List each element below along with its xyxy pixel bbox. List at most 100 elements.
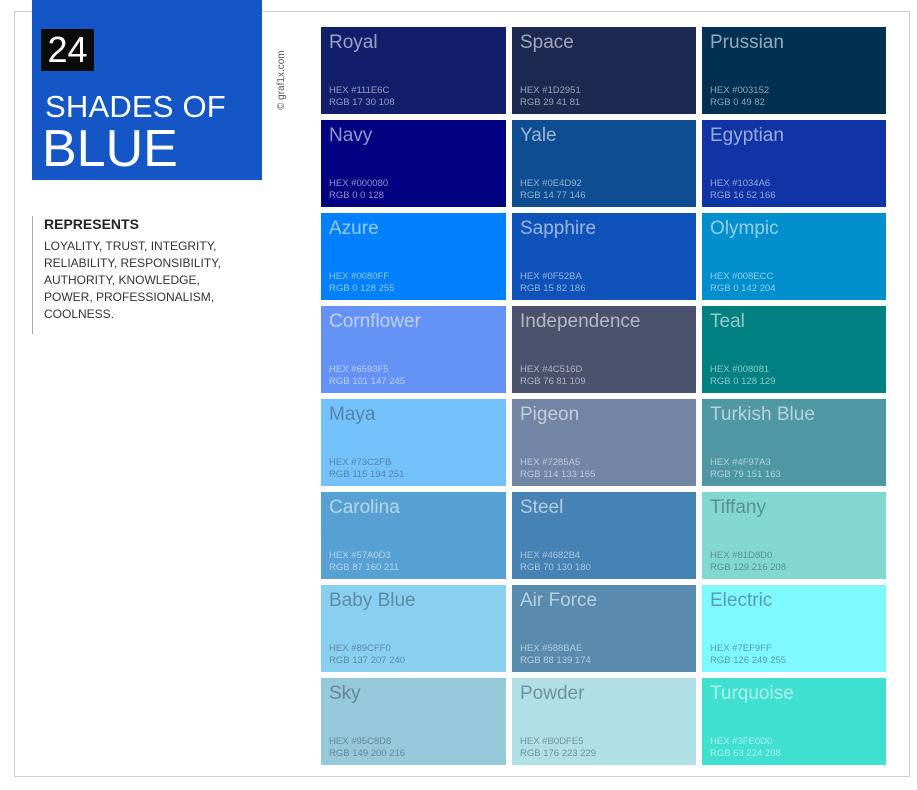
swatch: Air Force HEX #588BAE RGB 88 139 174 — [512, 585, 696, 672]
swatch: Tiffany HEX #81D8D0 RGB 129 216 208 — [702, 492, 886, 579]
represents-divider — [32, 216, 33, 334]
swatch-hex: HEX #008081 — [710, 364, 770, 375]
swatch-name: Cornflower — [329, 311, 421, 332]
swatch-hex: HEX #4682B4 — [520, 550, 581, 561]
swatch-rgb: RGB 176 223 229 — [520, 748, 597, 759]
swatch-rgb: RGB 70 130 180 — [520, 562, 591, 573]
swatch-rgb: RGB 101 147 245 — [329, 376, 406, 387]
swatch-hex: HEX #008ECC — [710, 271, 774, 282]
swatch-name: Royal — [329, 32, 378, 53]
swatch-rgb: RGB 137 207 240 — [329, 655, 406, 666]
swatch-hex: HEX #6593F5 — [329, 364, 389, 375]
swatch-hex: HEX #B0DFE5 — [520, 736, 584, 747]
swatch-name: Baby Blue — [329, 590, 416, 611]
swatch-name: Carolina — [329, 497, 400, 518]
swatch-rgb: RGB 114 133 165 — [520, 469, 596, 480]
swatch-name: Navy — [329, 125, 373, 146]
swatch-rgb: RGB 63 224 208 — [710, 748, 781, 759]
swatch-name: Egyptian — [710, 125, 784, 146]
swatch-name: Electric — [710, 590, 773, 611]
swatch: Teal HEX #008081 RGB 0 128 129 — [702, 306, 886, 393]
swatch-name: Prussian — [710, 32, 784, 53]
swatch: Yale HEX #0E4D92 RGB 14 77 146 — [512, 120, 696, 207]
credit-text: © graf1x.com — [276, 50, 287, 110]
swatch-hex: HEX #0E4D92 — [520, 178, 582, 189]
swatch: Sky HEX #95C8D8 RGB 149 200 216 — [321, 678, 506, 765]
swatch-hex: HEX #57A0D3 — [329, 550, 391, 561]
swatch-rgb: RGB 149 200 216 — [329, 748, 406, 759]
swatch: Royal HEX #111E6C RGB 17 30 108 — [321, 27, 506, 114]
swatch-rgb: RGB 15 82 186 — [520, 283, 586, 294]
swatch-rgb: RGB 0 128 129 — [710, 376, 776, 387]
swatch-name: Yale — [520, 125, 557, 146]
title-line-2: BLUE — [42, 120, 178, 178]
swatch: Turquoise HEX #3FE0D0 RGB 63 224 208 — [702, 678, 886, 765]
swatch-rgb: RGB 14 77 146 — [520, 190, 586, 201]
swatch-name: Air Force — [520, 590, 598, 611]
swatch-name: Maya — [329, 404, 376, 425]
swatch: Prussian HEX #003152 RGB 0 49 82 — [702, 27, 886, 114]
shade-count: 24 — [41, 29, 94, 71]
swatch-hex: HEX #0F52BA — [520, 271, 582, 282]
swatch-rgb: RGB 126 249 255 — [710, 655, 787, 666]
swatch-name: Azure — [329, 218, 379, 239]
swatch-name: Teal — [710, 311, 745, 332]
swatch-hex: HEX #4C516D — [520, 364, 583, 375]
swatch: Sapphire HEX #0F52BA RGB 15 82 186 — [512, 213, 696, 300]
swatch: Baby Blue HEX #89CFF0 RGB 137 207 240 — [321, 585, 506, 672]
swatch-hex: HEX #89CFF0 — [329, 643, 391, 654]
swatch: Azure HEX #0080FF RGB 0 128 255 — [321, 213, 506, 300]
represents-text: LOYALITY, TRUST, INTEGRITY, RELIABILITY,… — [44, 239, 221, 321]
swatch-rgb: RGB 88 139 174 — [520, 655, 591, 666]
swatch: Electric HEX #7EF9FF RGB 126 249 255 — [702, 585, 886, 672]
swatch: Powder HEX #B0DFE5 RGB 176 223 229 — [512, 678, 696, 765]
swatch-name: Turkish Blue — [710, 404, 815, 425]
swatch-rgb: RGB 79 151 163 — [710, 469, 781, 480]
swatch-hex: HEX #7EF9FF — [710, 643, 772, 654]
swatch-rgb: RGB 0 0 128 — [329, 190, 384, 201]
swatch-hex: HEX #7285A5 — [520, 457, 581, 468]
swatch-hex: HEX #111E6C — [329, 85, 390, 96]
swatch: Steel HEX #4682B4 RGB 70 130 180 — [512, 492, 696, 579]
swatch-hex: HEX #588BAE — [520, 643, 583, 654]
swatch: Turkish Blue HEX #4F97A3 RGB 79 151 163 — [702, 399, 886, 486]
swatch: Navy HEX #000080 RGB 0 0 128 — [321, 120, 506, 207]
title-line-1: SHADES OF — [45, 89, 226, 124]
swatch-hex: HEX #1034A6 — [710, 178, 771, 189]
swatch-name: Olympic — [710, 218, 779, 239]
swatch-hex: HEX #0080FF — [329, 271, 390, 282]
swatch: Space HEX #1D2951 RGB 29 41 81 — [512, 27, 696, 114]
swatch-rgb: RGB 16 52 166 — [710, 190, 776, 201]
swatch-hex: HEX #3FE0D0 — [710, 736, 773, 747]
swatch: Maya HEX #73C2FB RGB 115 194 251 — [321, 399, 506, 486]
swatch-rgb: RGB 0 142 204 — [710, 283, 776, 294]
swatch-name: Sky — [329, 683, 361, 704]
swatch-rgb: RGB 0 128 255 — [329, 283, 395, 294]
swatch: Olympic HEX #008ECC RGB 0 142 204 — [702, 213, 886, 300]
swatch: Egyptian HEX #1034A6 RGB 16 52 166 — [702, 120, 886, 207]
swatch: Carolina HEX #57A0D3 RGB 87 160 211 — [321, 492, 506, 579]
swatch-rgb: RGB 29 41 81 — [520, 97, 581, 108]
swatch-name: Tiffany — [710, 497, 766, 518]
swatch-name: Sapphire — [520, 218, 597, 239]
swatch-rgb: RGB 76 81 109 — [520, 376, 586, 387]
swatch-name: Independence — [520, 311, 641, 332]
swatch: Independence HEX #4C516D RGB 76 81 109 — [512, 306, 696, 393]
swatch-rgb: RGB 129 216 208 — [710, 562, 787, 573]
swatch-name: Steel — [520, 497, 564, 518]
swatch-hex: HEX #4F97A3 — [710, 457, 771, 468]
swatch-hex: HEX #81D8D0 — [710, 550, 773, 561]
title-block: 24 SHADES OF BLUE — [32, 0, 262, 180]
swatch-grid: Royal HEX #111E6C RGB 17 30 108 Space HEX #… — [321, 27, 886, 765]
represents-title: REPRESENTS — [44, 216, 139, 232]
swatch-hex: HEX #95C8D8 — [329, 736, 392, 747]
swatch-hex: HEX #000080 — [329, 178, 389, 189]
swatch-name: Space — [520, 32, 574, 53]
swatch-rgb: RGB 87 160 211 — [329, 562, 400, 573]
swatch-hex: HEX #003152 — [710, 85, 770, 96]
swatch-rgb: RGB 0 49 82 — [710, 97, 765, 108]
swatch-name: Powder — [520, 683, 585, 704]
swatch-rgb: RGB 17 30 108 — [329, 97, 395, 108]
swatch-rgb: RGB 115 194 251 — [329, 469, 405, 480]
swatch-hex: HEX #1D2951 — [520, 85, 581, 96]
